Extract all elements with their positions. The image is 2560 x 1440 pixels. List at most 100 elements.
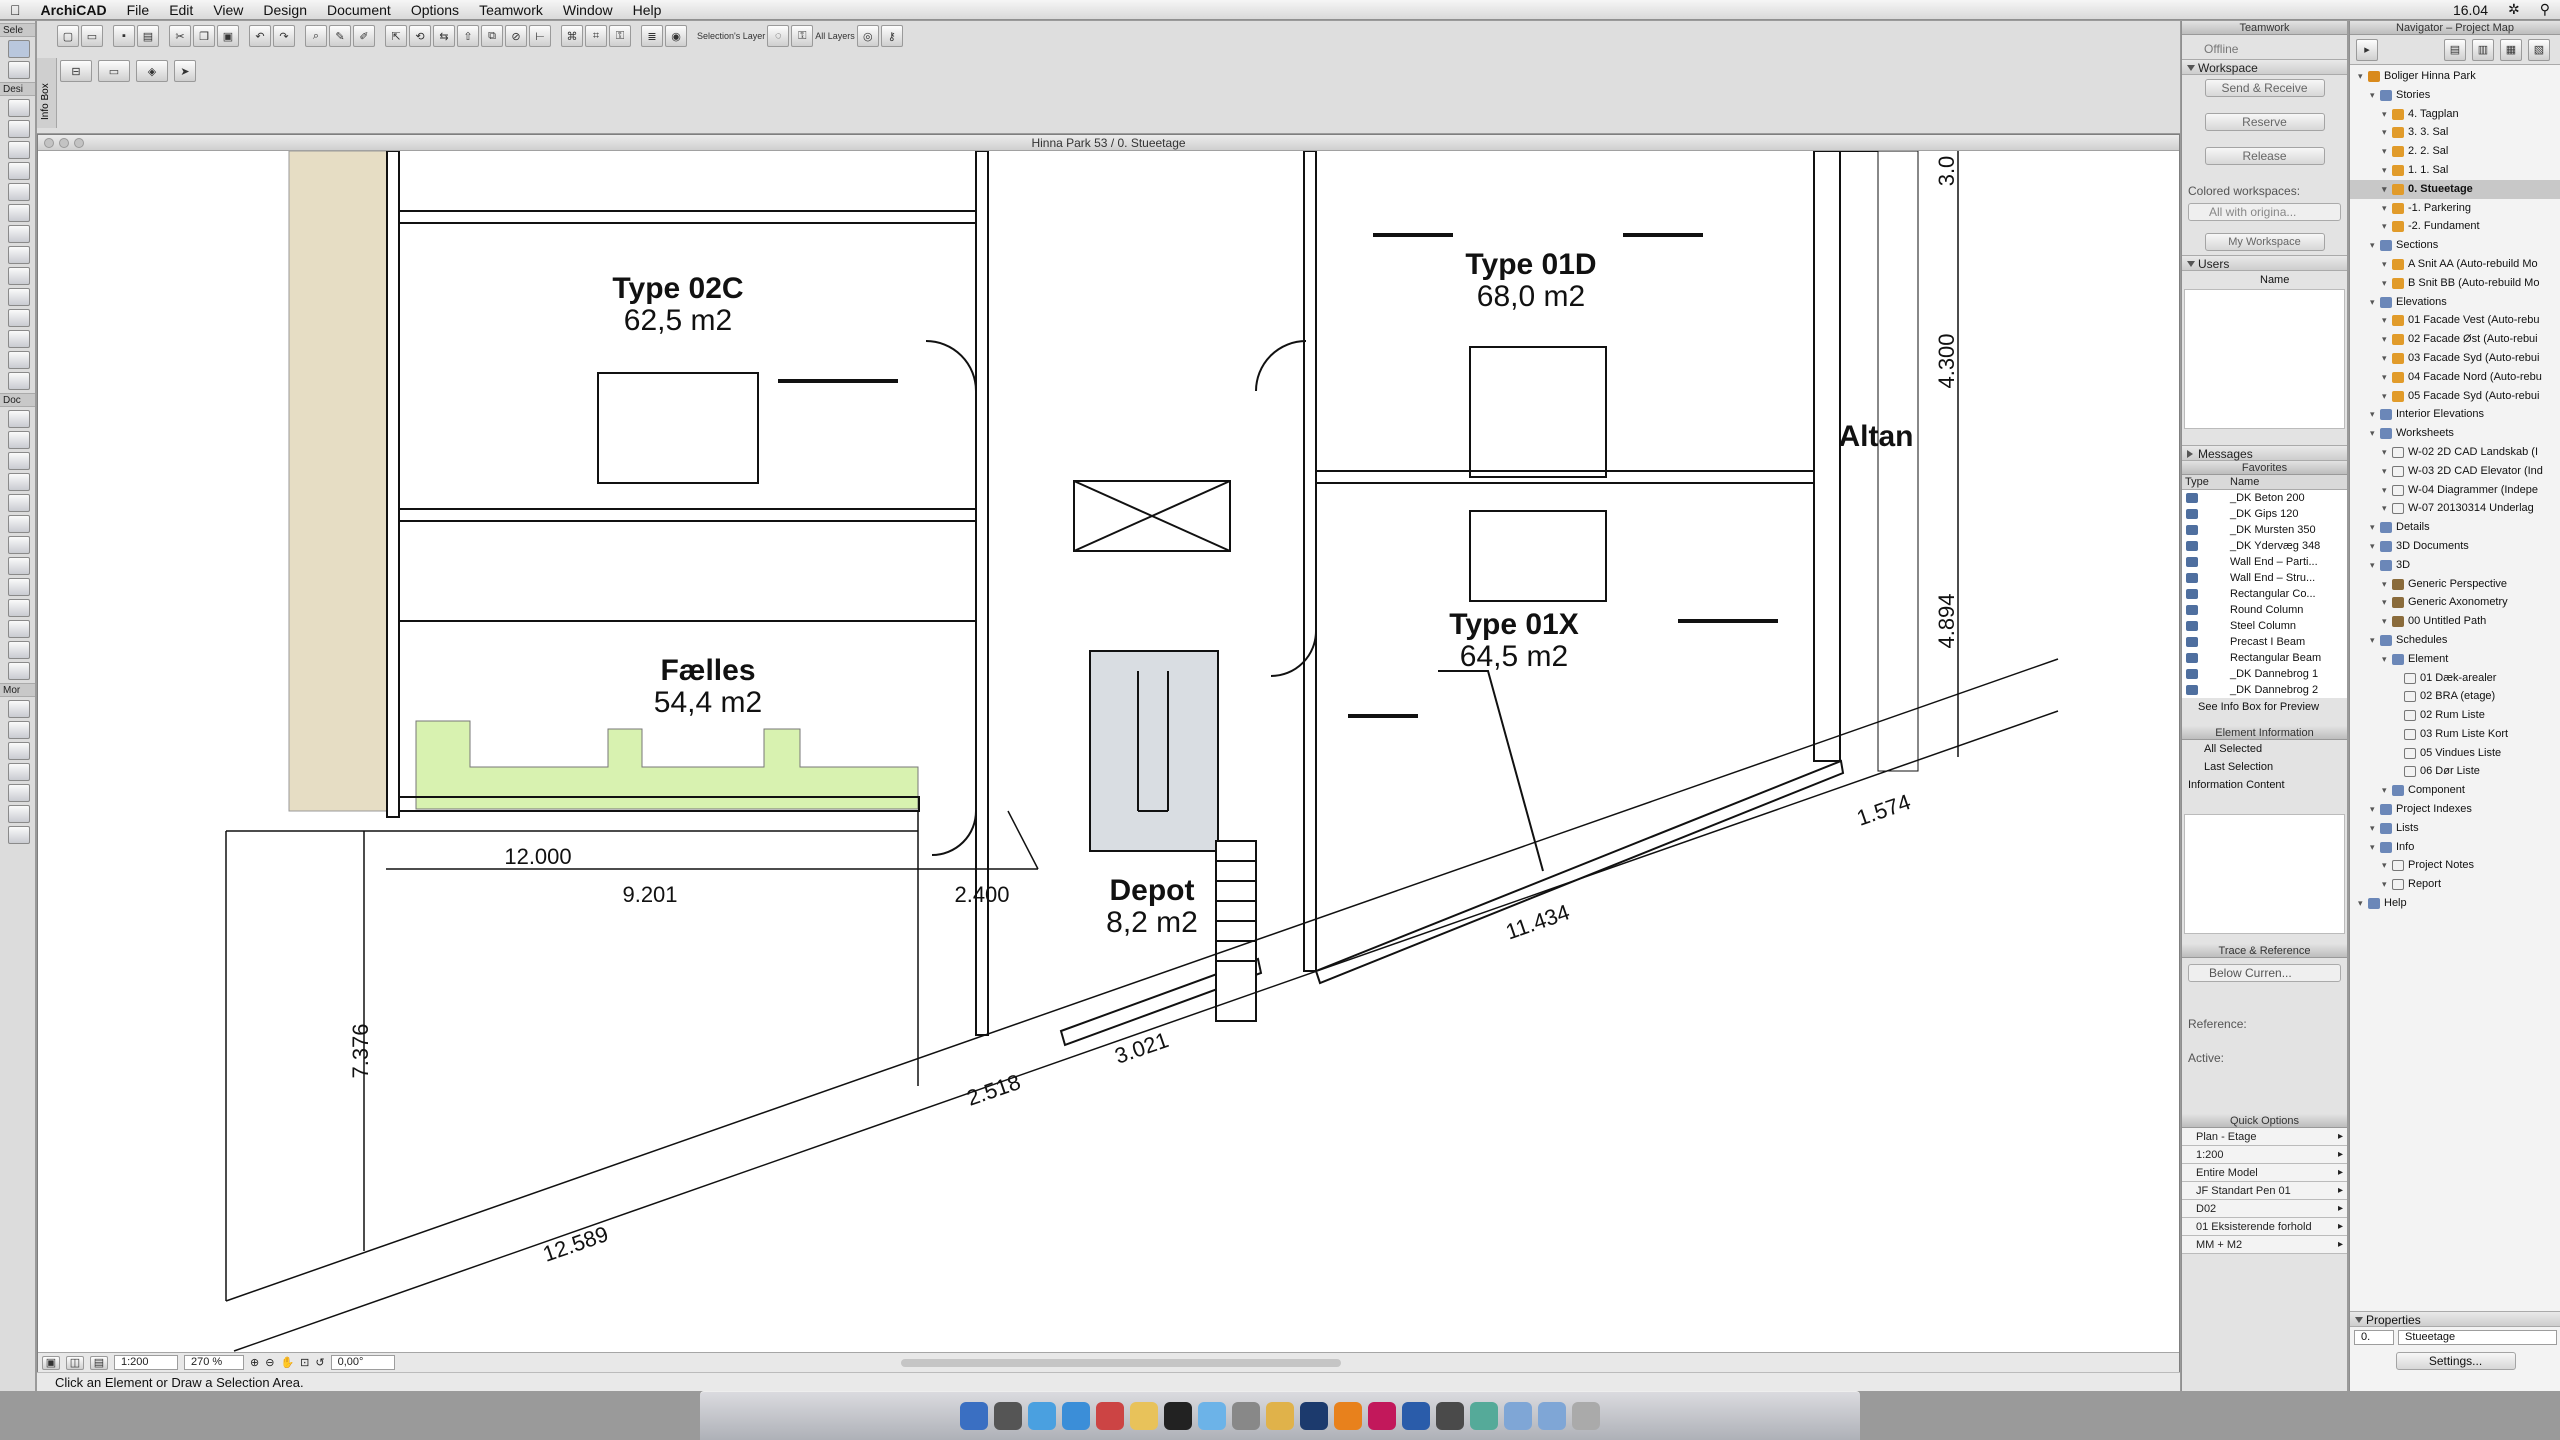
- view-mode-icon[interactable]: ▣: [42, 1355, 60, 1370]
- trash-icon[interactable]: [1572, 1402, 1600, 1430]
- tree-node[interactable]: ▾ Worksheets: [2350, 424, 2560, 443]
- disclosure-triangle-icon[interactable]: ▾: [2382, 612, 2387, 631]
- mesh-tool-icon[interactable]: [8, 372, 30, 390]
- arrow-tool-icon[interactable]: [8, 40, 30, 58]
- disclosure-triangle-icon[interactable]: ▾: [2358, 894, 2363, 913]
- menu-design[interactable]: Design: [253, 2, 317, 18]
- marquee-tool-icon[interactable]: [8, 61, 30, 79]
- tree-node[interactable]: ▾ -2. Fundament: [2350, 217, 2560, 236]
- disclosure-triangle-icon[interactable]: ▾: [2382, 255, 2387, 274]
- quick-option-row[interactable]: Plan - Etage: [2182, 1128, 2347, 1146]
- line-tool-icon[interactable]: [8, 515, 30, 533]
- room-label[interactable]: Type 01D 68,0 m2: [1431, 249, 1631, 312]
- morph-tool-icon[interactable]: [8, 742, 30, 760]
- tree-node[interactable]: ▾ 02 Facade Øst (Auto-rebui: [2350, 330, 2560, 349]
- tree-node[interactable]: ▾ 1. 1. Sal: [2350, 161, 2560, 180]
- tree-node[interactable]: ▾ 4. Tagplan: [2350, 105, 2560, 124]
- slab-tool-icon[interactable]: [8, 162, 30, 180]
- itunes-icon[interactable]: [1198, 1402, 1226, 1430]
- calendar-icon[interactable]: [1096, 1402, 1124, 1430]
- inject-icon[interactable]: ✐: [353, 25, 375, 47]
- polyline-tool-icon[interactable]: [8, 557, 30, 575]
- disclosure-triangle-icon[interactable]: ▾: [2370, 86, 2375, 105]
- disclosure-triangle-icon[interactable]: ▾: [2370, 293, 2375, 312]
- notes-icon[interactable]: [1130, 1402, 1158, 1430]
- drawing-tool-icon[interactable]: [8, 578, 30, 596]
- tree-node[interactable]: ▾ W-07 20130314 Underlag: [2350, 499, 2560, 518]
- elevation-tool-icon[interactable]: [8, 620, 30, 638]
- cut-icon[interactable]: ✂: [169, 25, 191, 47]
- tree-node[interactable]: 02 Rum Liste: [2350, 706, 2560, 725]
- altan-label-box[interactable]: Altan: [1816, 421, 1936, 453]
- tree-node[interactable]: 06 Dør Liste: [2350, 762, 2560, 781]
- group-icon[interactable]: ⌘: [561, 25, 583, 47]
- tree-node[interactable]: ▾ 2. 2. Sal: [2350, 142, 2560, 161]
- menu-options[interactable]: Options: [401, 2, 469, 18]
- disclosure-triangle-icon[interactable]: ▾: [2382, 575, 2387, 594]
- list-item[interactable]: Rectangular Beam: [2182, 650, 2347, 666]
- new-file-icon[interactable]: ▢: [57, 25, 79, 47]
- disclosure-triangle-icon[interactable]: ▾: [2382, 330, 2387, 349]
- apple-icon[interactable]: : [0, 2, 31, 18]
- unlock-all-layers-icon[interactable]: ⚷: [880, 25, 903, 47]
- downloads-folder-icon[interactable]: [1538, 1402, 1566, 1430]
- disclosure-triangle-icon[interactable]: ▾: [2370, 537, 2375, 556]
- tree-node[interactable]: ▾ Details: [2350, 518, 2560, 537]
- archicad-dock-icon[interactable]: [1402, 1402, 1430, 1430]
- tree-node[interactable]: ▾ 0. Stueetage: [2350, 179, 2560, 199]
- list-item[interactable]: Round Column: [2182, 602, 2347, 618]
- disclosure-triangle-icon[interactable]: ▾: [2382, 781, 2387, 800]
- reserve-button[interactable]: Reserve: [2204, 113, 2325, 131]
- tree-node[interactable]: 02 BRA (etage): [2350, 687, 2560, 706]
- folder-icon[interactable]: [1504, 1402, 1532, 1430]
- disclosure-triangle-icon[interactable]: ▾: [2382, 499, 2387, 518]
- spotlight-search-icon[interactable]: ⚲: [2530, 1, 2560, 18]
- room-label[interactable]: Type 01X 64,5 m2: [1414, 609, 1614, 672]
- publisher-sets-icon[interactable]: ▧: [2528, 38, 2550, 61]
- floor-plan-canvas[interactable]: 12.000 9.201 2.400 7.376 2.518 3.021 11.…: [38, 151, 2179, 1352]
- tree-node[interactable]: ▾ W-03 2D CAD Elevator (Ind: [2350, 462, 2560, 481]
- tree-node[interactable]: ▾ Interior Elevations: [2350, 405, 2560, 424]
- tree-node[interactable]: ▾ A Snit AA (Auto-rebuild Mo: [2350, 255, 2560, 274]
- users-name-column[interactable]: Name: [2182, 271, 2347, 289]
- tree-node[interactable]: ▾ W-04 Diagrammer (Indepe: [2350, 481, 2560, 500]
- disclosure-triangle-icon[interactable]: ▾: [2370, 518, 2375, 537]
- colored-workspaces-select[interactable]: All with origina...: [2188, 203, 2341, 221]
- clock[interactable]: 16.04: [2443, 2, 2498, 18]
- properties-section[interactable]: Properties: [2350, 1311, 2560, 1327]
- tree-node[interactable]: 03 Rum Liste Kort: [2350, 725, 2560, 744]
- mirror-icon[interactable]: ⇆: [433, 25, 455, 47]
- dvd-player-icon[interactable]: [1164, 1402, 1192, 1430]
- disclosure-triangle-icon[interactable]: ▾: [2382, 462, 2387, 481]
- property-id-field[interactable]: 0.: [2354, 1330, 2394, 1345]
- disclosure-triangle-icon[interactable]: ▾: [2370, 819, 2375, 838]
- layout-book-icon[interactable]: ▦: [2500, 38, 2522, 61]
- quick-options-icon[interactable]: ▤: [90, 1355, 108, 1370]
- split-icon[interactable]: ⊘: [505, 25, 527, 47]
- settings-button[interactable]: Settings...: [2395, 1352, 2516, 1370]
- tree-node[interactable]: 01 Dæk-arealer: [2350, 669, 2560, 688]
- illustrator-icon[interactable]: [1334, 1402, 1362, 1430]
- scale-field[interactable]: 1:200: [114, 1355, 178, 1370]
- tree-node[interactable]: ▾ 3D: [2350, 556, 2560, 575]
- figure-tool-icon[interactable]: [8, 805, 30, 823]
- list-item[interactable]: Steel Column: [2182, 618, 2347, 634]
- tree-node[interactable]: ▾ Help: [2350, 894, 2560, 913]
- disclosure-triangle-icon[interactable]: ▾: [2382, 349, 2387, 368]
- tree-node[interactable]: ▾ 05 Facade Syd (Auto-rebui: [2350, 387, 2560, 406]
- pan-icon[interactable]: ✋: [280, 1356, 294, 1369]
- tree-node[interactable]: ▾ Report: [2350, 875, 2560, 894]
- preview-app-icon[interactable]: [1232, 1402, 1260, 1430]
- disclosure-triangle-icon[interactable]: ▾: [2382, 481, 2387, 500]
- zoom-window-button[interactable]: [74, 138, 84, 148]
- find-select-icon[interactable]: ⌕: [305, 25, 327, 47]
- room-label[interactable]: Fælles 54,4 m2: [608, 655, 808, 718]
- copy-icon[interactable]: ❐: [193, 25, 215, 47]
- terminal-icon[interactable]: [1436, 1402, 1464, 1430]
- pick-up-icon[interactable]: ✎: [329, 25, 351, 47]
- disclosure-triangle-icon[interactable]: ▾: [2382, 123, 2387, 142]
- curtain-wall-tool-icon[interactable]: [8, 246, 30, 264]
- show-all-icon[interactable]: ◉: [665, 25, 687, 47]
- list-item[interactable]: Rectangular Co...: [2182, 586, 2347, 602]
- property-name-field[interactable]: Stueetage: [2398, 1330, 2557, 1345]
